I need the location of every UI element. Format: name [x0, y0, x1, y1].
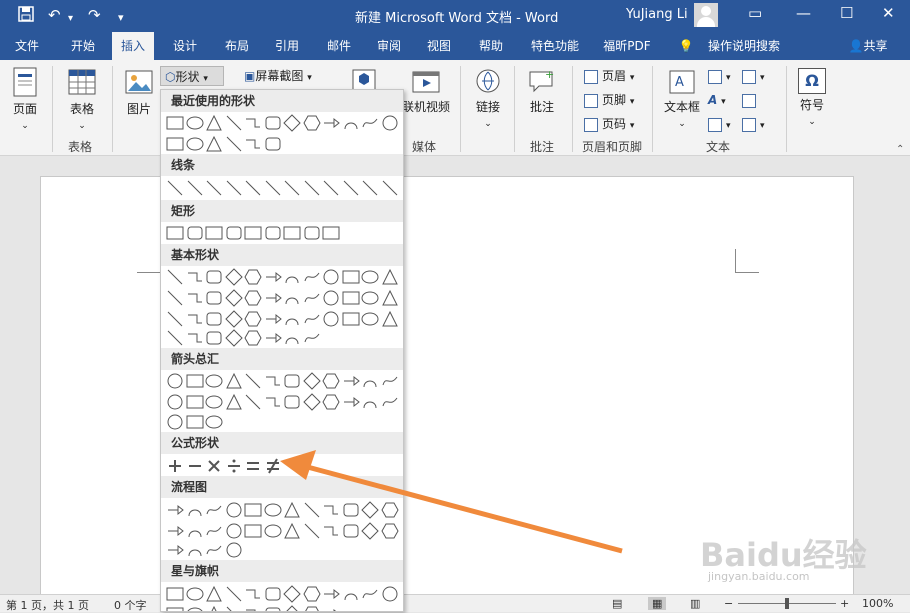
annotation-arrow: [280, 450, 623, 554]
